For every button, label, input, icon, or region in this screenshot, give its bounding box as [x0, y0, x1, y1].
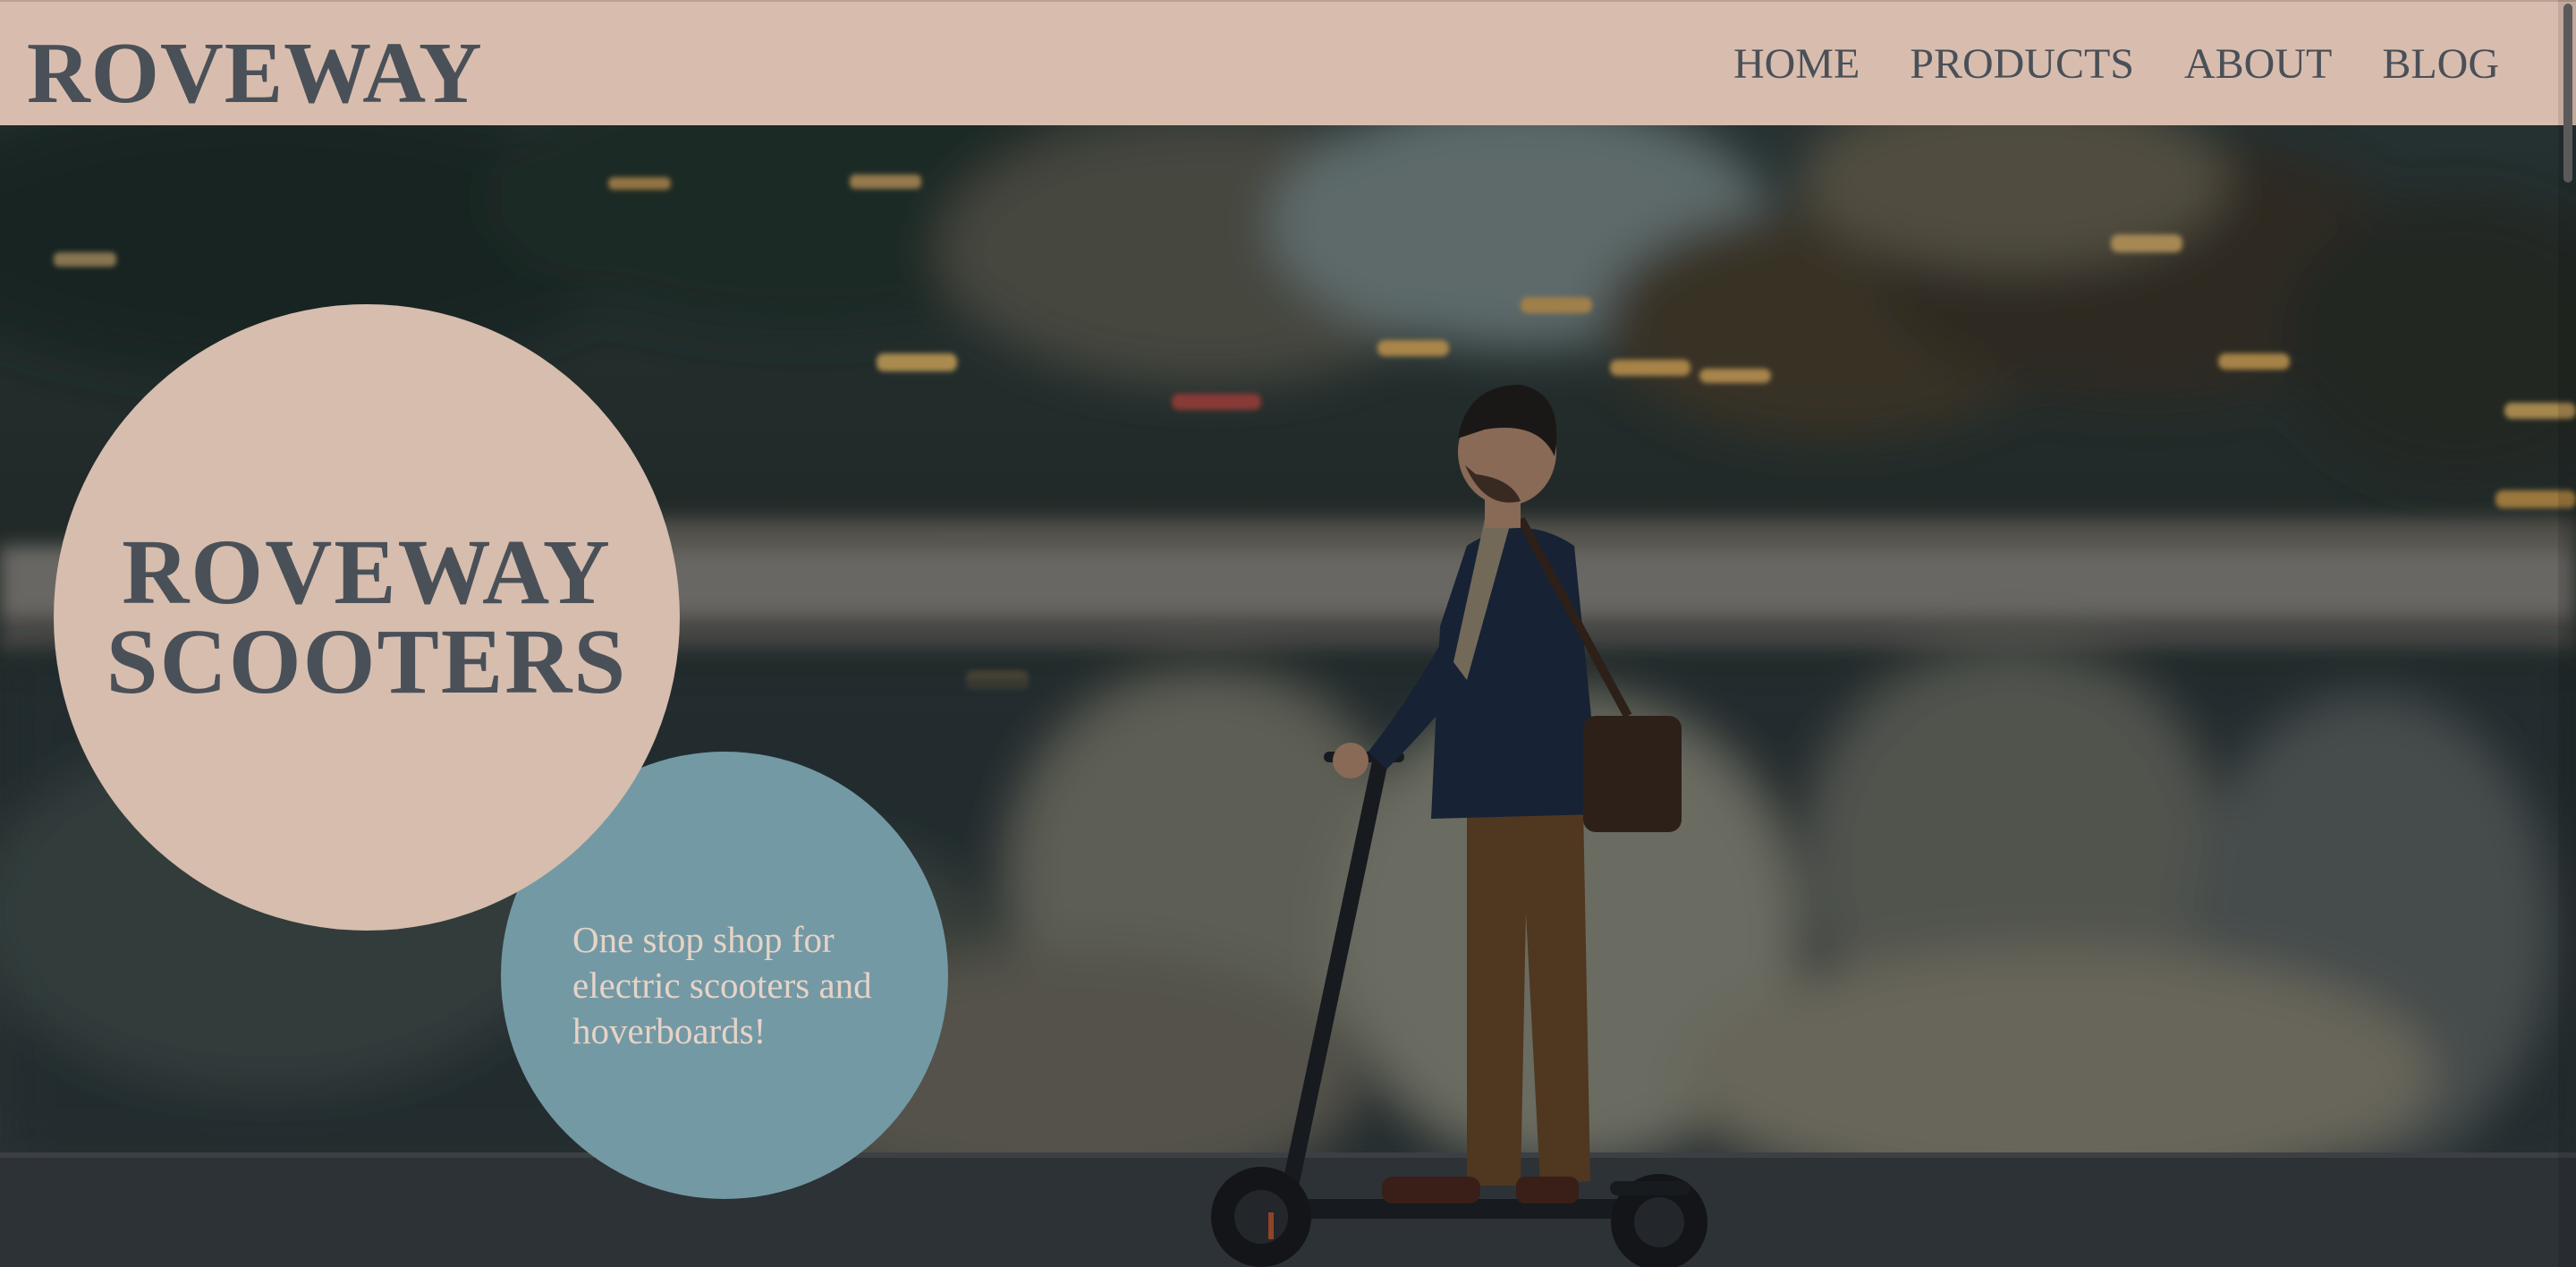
hero-section: One stop shop for electric scooters and …	[0, 125, 2576, 1267]
main-nav: HOME PRODUCTS ABOUT BLOG	[1683, 38, 2499, 91]
hero-tagline: One stop shop for electric scooters and …	[572, 919, 872, 1051]
nav-blog-link[interactable]: BLOG	[2382, 38, 2499, 91]
nav-products-link[interactable]: PRODUCTS	[1910, 38, 2134, 91]
hero-title-circle: ROVEWAY SCOOTERS	[54, 304, 680, 931]
hero-title-line-2: SCOOTERS	[106, 610, 628, 713]
nav-home-link[interactable]: HOME	[1733, 38, 1860, 91]
scrollbar-thumb[interactable]	[2563, 4, 2572, 183]
site-logo[interactable]: ROVEWAY	[27, 29, 483, 118]
site-header: ROVEWAY HOME PRODUCTS ABOUT BLOG	[0, 0, 2576, 125]
nav-about-link[interactable]: ABOUT	[2184, 38, 2332, 91]
hero-title: ROVEWAY SCOOTERS	[106, 521, 628, 713]
page-scrollbar[interactable]	[2558, 0, 2576, 1267]
hero-title-line-1: ROVEWAY	[122, 521, 612, 624]
